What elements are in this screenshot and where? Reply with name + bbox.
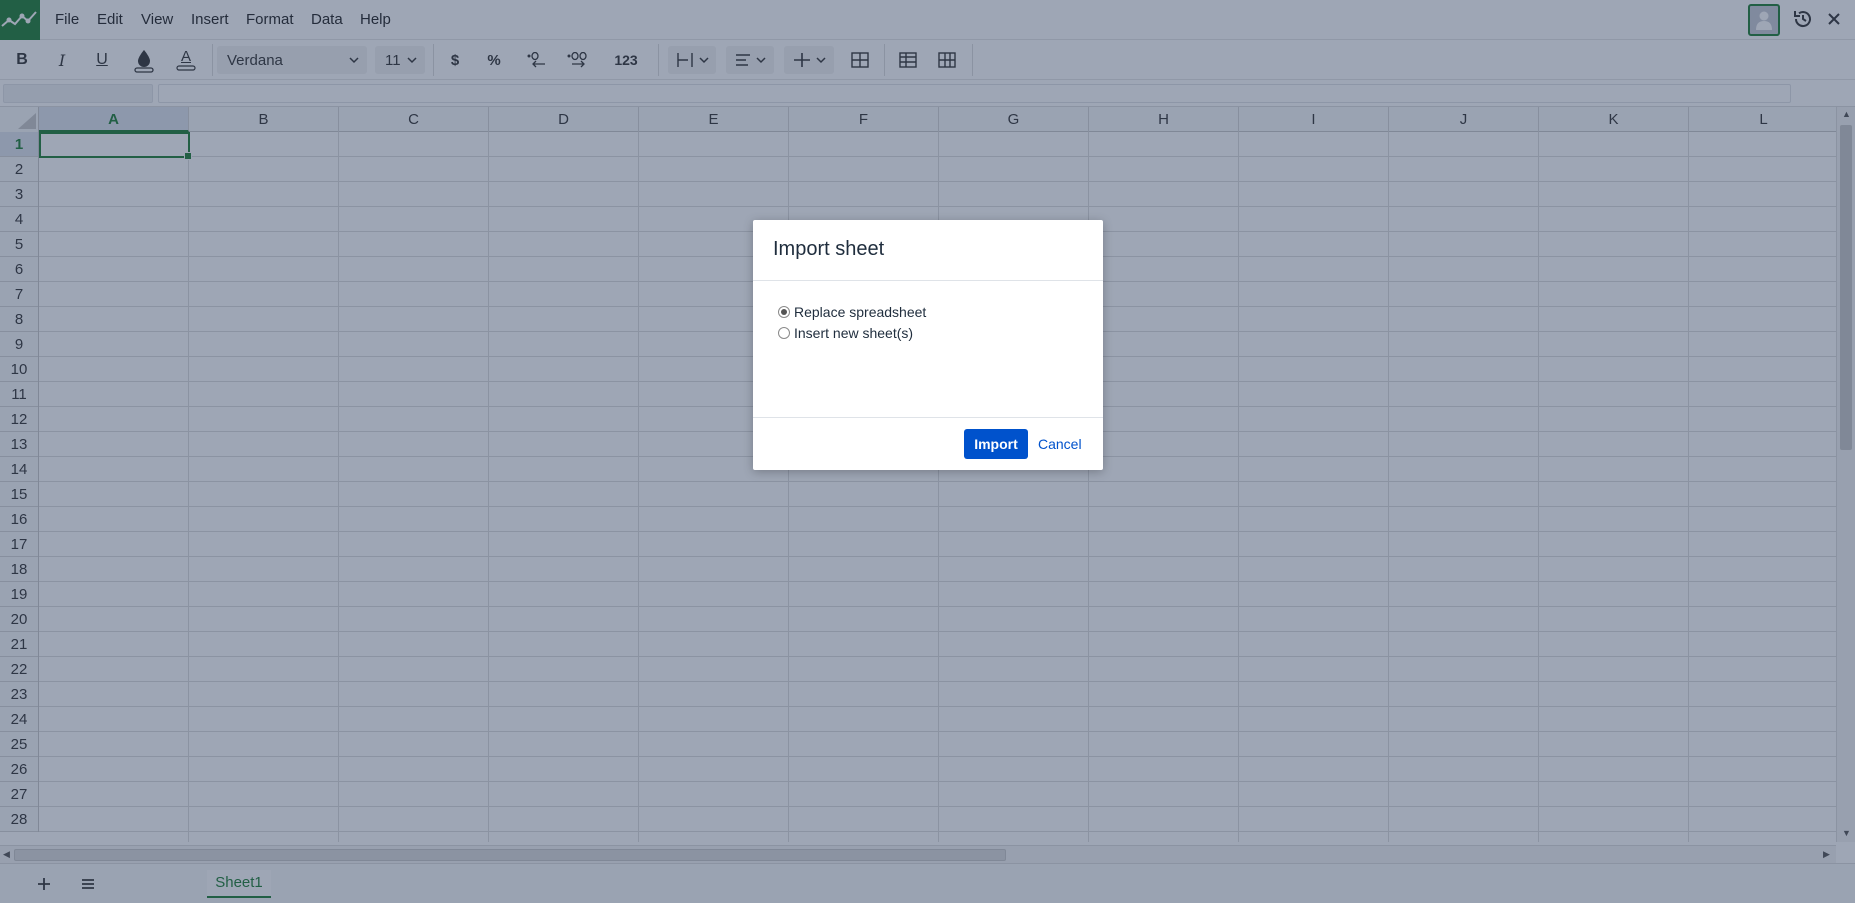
radio-unchecked[interactable] bbox=[778, 327, 790, 339]
dialog-divider bbox=[753, 280, 1103, 281]
dialog-title: Import sheet bbox=[773, 238, 885, 260]
option-insert-new-sheets[interactable]: Insert new sheet(s) bbox=[778, 323, 913, 343]
option-replace-spreadsheet[interactable]: Replace spreadsheet bbox=[778, 302, 926, 322]
dialog-divider bbox=[753, 417, 1103, 418]
option-label: Insert new sheet(s) bbox=[794, 325, 914, 341]
radio-checked[interactable] bbox=[778, 306, 790, 318]
import-button[interactable]: Import bbox=[964, 429, 1028, 459]
import-sheet-dialog: Import sheet Replace spreadsheet Insert … bbox=[753, 220, 1103, 470]
option-label: Replace spreadsheet bbox=[794, 304, 927, 320]
cancel-button[interactable]: Cancel bbox=[1038, 429, 1082, 459]
